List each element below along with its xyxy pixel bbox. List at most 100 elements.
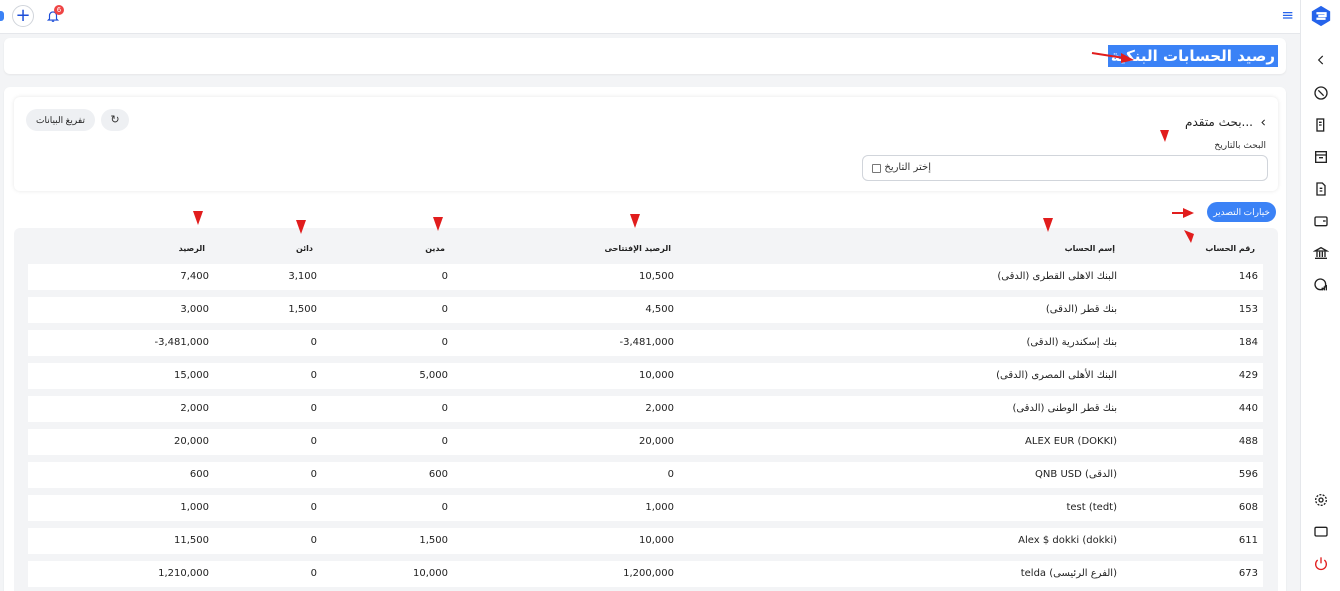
cell-account-name: بنك قطر الوطنى (الدقى) — [1012, 403, 1117, 414]
cell-account-name: Alex $ dokki (dokki) — [1018, 535, 1117, 546]
cell-account-name: البنك الاهلى القطرى (الدقى) — [997, 271, 1117, 282]
chevron-left-icon[interactable] — [1312, 51, 1330, 69]
bank-icon[interactable] — [1312, 244, 1330, 262]
table-row[interactable]: 488 ALEX EUR (DOKKI) 20,000 0 0 20,000 — [28, 429, 1263, 455]
date-search-label: البحث بالتاريخ — [1214, 141, 1266, 151]
cell-balance: 7,400 — [180, 271, 209, 282]
column-header-account-no[interactable]: رقم الحساب — [1205, 244, 1255, 253]
cell-account-name: البنك الأهلى المصرى (الدقى) — [996, 370, 1117, 381]
cell-balance: 3,000 — [180, 304, 209, 315]
cell-account-name: بنك إسكندرية (الدقى) — [1026, 337, 1118, 348]
cell-credit: 0 — [310, 502, 317, 513]
printer-icon[interactable] — [1312, 116, 1330, 134]
cell-account-no: 184 — [1238, 337, 1258, 348]
cell-debit: 600 — [428, 469, 448, 480]
cell-debit: 1,500 — [419, 535, 448, 546]
table-row[interactable]: 440 بنك قطر الوطنى (الدقى) 2,000 0 0 2,0… — [28, 396, 1263, 422]
app-logo-icon[interactable] — [1310, 5, 1332, 27]
balances-table: رقم الحساب إسم الحساب الرصيد الإفتتاحى م… — [14, 228, 1278, 591]
cell-opening-balance: -3,481,000 — [619, 337, 674, 348]
cell-debit: 0 — [441, 436, 448, 447]
settings-icon[interactable] — [1312, 491, 1330, 509]
cell-account-name: بنك قطر (الدقى) — [1045, 304, 1117, 315]
monitor-icon[interactable] — [1312, 523, 1330, 541]
main-card: بحث متقدم... البحث بالتاريخ إختر التاريخ… — [4, 87, 1286, 591]
cell-balance: 1,000 — [180, 502, 209, 513]
page-title: رصيد الحسابات البنكية — [1107, 45, 1278, 67]
cell-account-name: ALEX EUR (DOKKI) — [1025, 436, 1117, 447]
cell-opening-balance: 1,200,000 — [623, 568, 674, 579]
invoice-icon[interactable] — [1312, 148, 1330, 166]
cell-debit: 0 — [441, 502, 448, 513]
table-row[interactable]: 596 QNB USD (الدقى) 0 600 0 600 — [28, 462, 1263, 488]
cell-credit: 0 — [310, 337, 317, 348]
column-header-debit[interactable]: مدين — [425, 244, 445, 253]
cell-balance: 15,000 — [174, 370, 209, 381]
column-header-account-name[interactable]: إسم الحساب — [1065, 244, 1115, 253]
cell-opening-balance: 10,500 — [639, 271, 674, 282]
cell-opening-balance: 2,000 — [645, 403, 674, 414]
top-bar: + 6 ≡ — [0, 0, 1300, 34]
power-icon[interactable] — [1312, 555, 1330, 573]
cell-opening-balance: 20,000 — [639, 436, 674, 447]
cell-account-no: 611 — [1238, 535, 1258, 546]
menu-icon[interactable]: ≡ — [1281, 8, 1294, 23]
cell-debit: 10,000 — [413, 568, 448, 579]
report-icon[interactable] — [1312, 276, 1330, 294]
date-picker-input[interactable]: إختر التاريخ — [862, 155, 1268, 181]
cell-account-no: 596 — [1238, 469, 1258, 480]
refresh-button[interactable]: ↻ — [101, 109, 129, 131]
wallet-icon[interactable] — [1312, 212, 1330, 230]
date-placeholder: إختر التاريخ — [884, 162, 931, 173]
sidebar-toggle-handle[interactable] — [0, 11, 4, 21]
chevron-left-icon — [1261, 119, 1265, 125]
cell-account-no: 153 — [1238, 304, 1258, 315]
cell-opening-balance: 4,500 — [645, 304, 674, 315]
column-header-balance[interactable]: الرصيد — [179, 244, 205, 253]
advanced-search-toggle[interactable]: بحث متقدم... — [1185, 115, 1268, 129]
cell-debit: 0 — [441, 304, 448, 315]
table-row[interactable]: 673 telda (الفرع الرئيسى) 1,200,000 10,0… — [28, 561, 1263, 587]
cell-balance: -3,481,000 — [154, 337, 209, 348]
cell-balance: 2,000 — [180, 403, 209, 414]
cell-credit: 0 — [310, 535, 317, 546]
cell-account-no: 608 — [1238, 502, 1258, 513]
cell-account-no: 673 — [1238, 568, 1258, 579]
export-options-button[interactable]: خيارات التصدير — [1207, 202, 1276, 222]
cell-debit: 0 — [441, 271, 448, 282]
cell-credit: 0 — [310, 568, 317, 579]
column-header-credit[interactable]: دائن — [296, 244, 313, 253]
cell-balance: 1,210,000 — [158, 568, 209, 579]
column-header-opening-balance[interactable]: الرصيد الإفتتاحى — [605, 244, 671, 253]
table-row[interactable]: 611 Alex $ dokki (dokki) 10,000 1,500 0 … — [28, 528, 1263, 554]
table-row[interactable]: 608 test (tedt) 1,000 0 0 1,000 — [28, 495, 1263, 521]
gauge-icon[interactable] — [1312, 84, 1330, 102]
cell-debit: 0 — [441, 337, 448, 348]
cell-balance: 600 — [189, 469, 209, 480]
cell-credit: 3,100 — [288, 271, 317, 282]
calendar-icon — [872, 164, 881, 173]
cell-debit: 0 — [441, 403, 448, 414]
clear-data-button[interactable]: تفريغ البيانات — [26, 109, 95, 131]
cell-credit: 0 — [310, 370, 317, 381]
cell-credit: 1,500 — [288, 304, 317, 315]
top-bar-actions: + 6 — [0, 5, 64, 27]
cell-account-name: telda (الفرع الرئيسى) — [1020, 568, 1117, 579]
cell-credit: 0 — [310, 403, 317, 414]
cell-credit: 0 — [310, 436, 317, 447]
add-button[interactable]: + — [12, 5, 34, 27]
notifications-button[interactable]: 6 — [42, 5, 64, 27]
cell-account-no: 429 — [1238, 370, 1258, 381]
cell-opening-balance: 10,000 — [639, 370, 674, 381]
table-header: رقم الحساب إسم الحساب الرصيد الإفتتاحى م… — [28, 238, 1263, 262]
table-row[interactable]: 184 بنك إسكندرية (الدقى) -3,481,000 0 0 … — [28, 330, 1263, 356]
cell-credit: 0 — [310, 469, 317, 480]
table-row[interactable]: 146 البنك الاهلى القطرى (الدقى) 10,500 0… — [28, 264, 1263, 290]
cell-debit: 5,000 — [419, 370, 448, 381]
table-row[interactable]: 429 البنك الأهلى المصرى (الدقى) 10,000 5… — [28, 363, 1263, 389]
cell-balance: 20,000 — [174, 436, 209, 447]
notification-badge: 6 — [54, 5, 64, 15]
cell-opening-balance: 0 — [667, 469, 674, 480]
table-row[interactable]: 153 بنك قطر (الدقى) 4,500 0 1,500 3,000 — [28, 297, 1263, 323]
document-money-icon[interactable] — [1312, 180, 1330, 198]
